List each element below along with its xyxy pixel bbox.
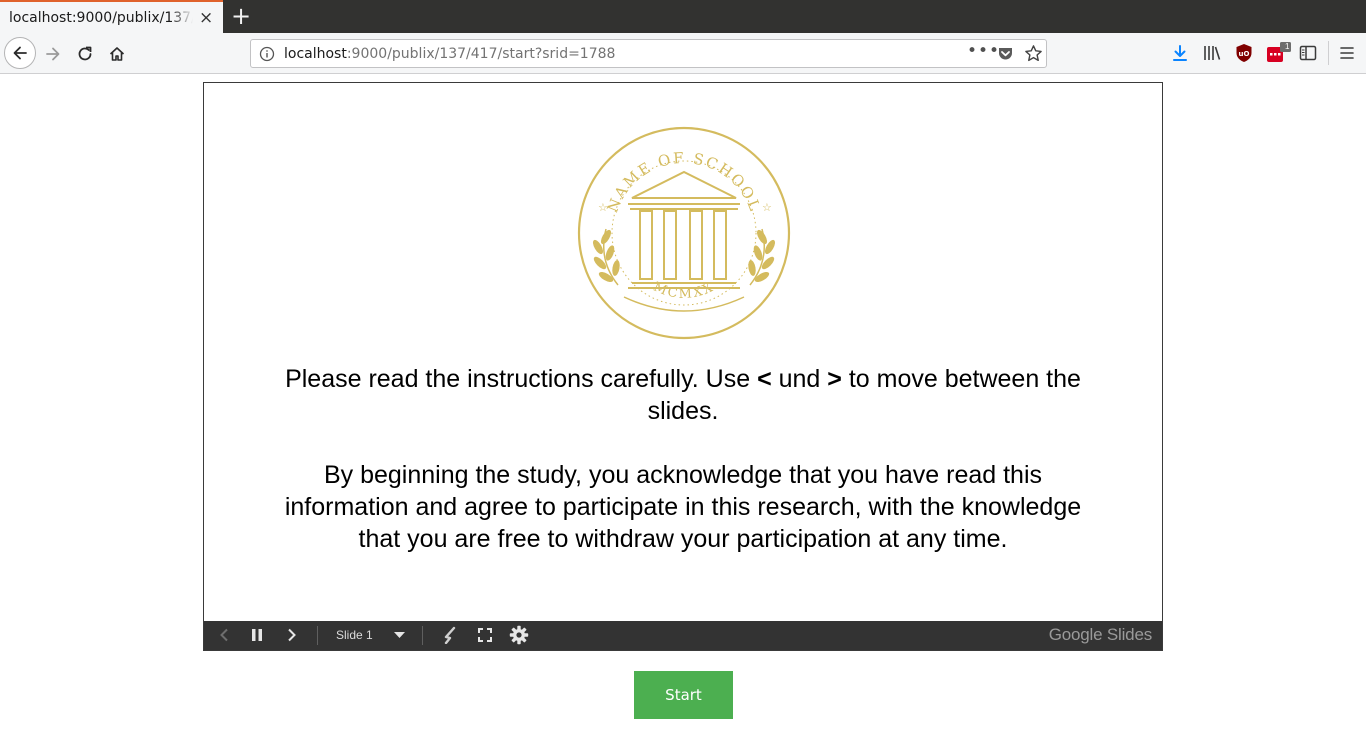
slide-number-label[interactable]: Slide 1 bbox=[336, 628, 373, 642]
navigation-toolbar: localhost:9000/publix/137/417/start?srid… bbox=[0, 33, 1366, 74]
start-button[interactable]: Start bbox=[634, 671, 733, 719]
tab-close-icon[interactable]: × bbox=[199, 8, 213, 28]
home-icon bbox=[109, 47, 125, 61]
google-slides-brand[interactable]: Google Slides bbox=[1049, 625, 1152, 645]
control-divider bbox=[317, 626, 318, 645]
extension-badge: 1 bbox=[1285, 42, 1290, 51]
bookmark-star-icon[interactable] bbox=[1024, 44, 1043, 63]
back-button[interactable] bbox=[4, 37, 36, 69]
menu-icon[interactable] bbox=[1336, 43, 1358, 63]
prev-icon[interactable] bbox=[216, 627, 232, 643]
control-divider bbox=[422, 626, 423, 645]
tab-title: localhost:9000/publix/137/417/start?srid… bbox=[9, 10, 193, 26]
svg-text:☆: ☆ bbox=[762, 201, 772, 214]
home-button[interactable] bbox=[104, 41, 130, 67]
address-bar[interactable]: localhost:9000/publix/137/417/start?srid… bbox=[250, 39, 1047, 68]
school-seal-logo: NAME OF SCHOOL MCMXX ☆ ☆ bbox=[577, 126, 791, 340]
slide-consent-text: By beginning the study, you acknowledge … bbox=[284, 461, 1082, 553]
fullscreen-icon[interactable] bbox=[476, 626, 494, 644]
slides-control-bar: Slide 1 Google Slides bbox=[204, 621, 1162, 650]
pause-icon[interactable] bbox=[248, 627, 266, 643]
settings-gear-icon[interactable] bbox=[508, 624, 530, 646]
page-actions-button[interactable]: ••• bbox=[967, 41, 1000, 61]
tab-strip: localhost:9000/publix/137/417/start?srid… bbox=[0, 0, 1366, 33]
sidebar-icon[interactable] bbox=[1297, 43, 1319, 63]
url-host: localhost bbox=[284, 46, 347, 62]
laser-pointer-icon[interactable] bbox=[441, 626, 459, 644]
reload-button[interactable] bbox=[72, 41, 98, 67]
pocket-icon[interactable] bbox=[997, 46, 1014, 62]
url-text[interactable]: localhost:9000/publix/137/417/start?srid… bbox=[284, 46, 615, 62]
ublock-icon[interactable]: uO bbox=[1233, 43, 1255, 63]
forward-button[interactable] bbox=[40, 41, 66, 67]
library-icon[interactable] bbox=[1201, 43, 1223, 63]
svg-text:uO: uO bbox=[1239, 50, 1250, 58]
slides-embed[interactable]: NAME OF SCHOOL MCMXX ☆ ☆ Please read the… bbox=[203, 82, 1163, 651]
extension-icon[interactable]: 1 bbox=[1265, 42, 1293, 63]
new-tab-icon[interactable]: + bbox=[231, 2, 251, 30]
forward-icon bbox=[46, 47, 60, 61]
back-icon bbox=[13, 46, 27, 60]
toolbar-divider bbox=[1328, 41, 1329, 65]
download-icon[interactable] bbox=[1169, 43, 1191, 63]
svg-text:☆: ☆ bbox=[598, 201, 608, 214]
active-tab[interactable]: localhost:9000/publix/137/417/start?srid… bbox=[0, 0, 223, 33]
next-icon[interactable] bbox=[284, 627, 300, 643]
url-path: :9000/publix/137/417/start?srid=1788 bbox=[346, 46, 616, 62]
slide-instructions-text: Please read the instructions carefully. … bbox=[285, 365, 1081, 425]
dropdown-icon[interactable] bbox=[392, 629, 406, 641]
info-icon[interactable] bbox=[259, 46, 275, 62]
reload-icon bbox=[78, 46, 92, 61]
